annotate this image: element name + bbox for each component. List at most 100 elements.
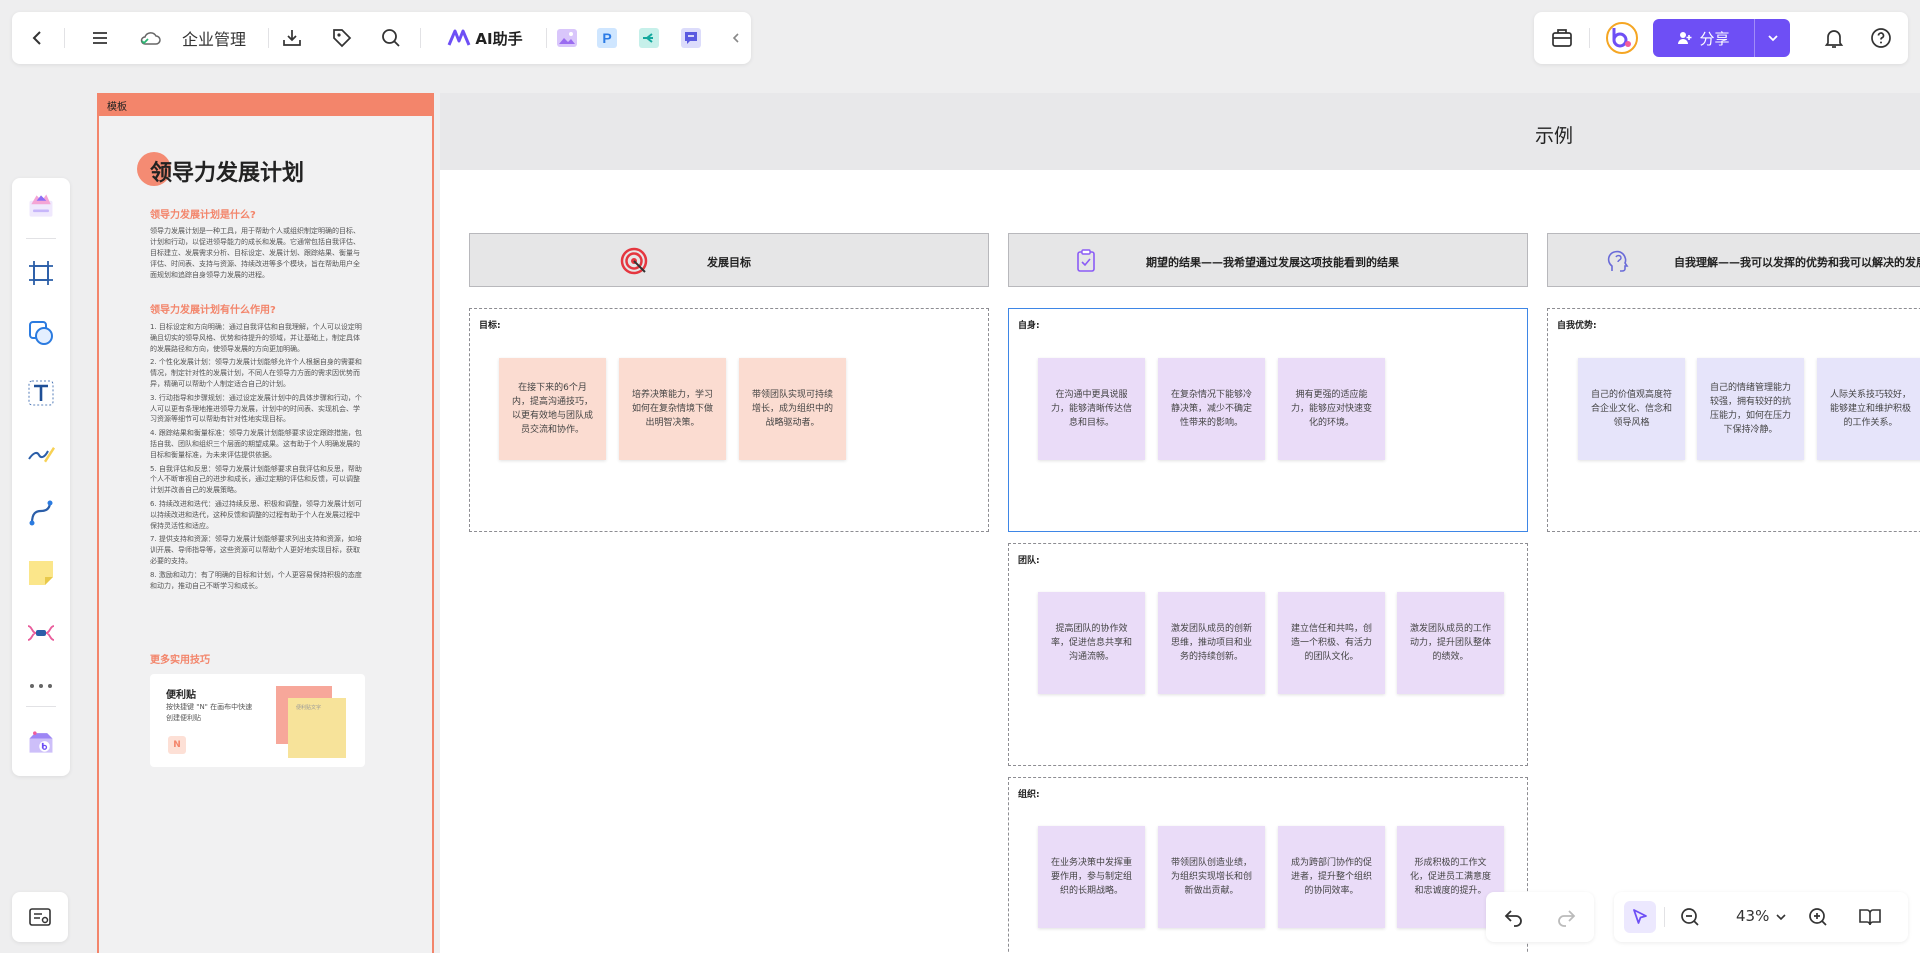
sticky-note[interactable]: 在接下来的6个月内，提高沟通技巧，以更有效地与团队成员交流和协作。 bbox=[499, 358, 606, 460]
search-icon bbox=[382, 29, 400, 47]
toolbar-divider bbox=[546, 28, 547, 48]
menu-button[interactable] bbox=[88, 26, 112, 50]
user-avatar[interactable] bbox=[1606, 22, 1638, 54]
zoom-level[interactable]: 43% bbox=[1736, 907, 1769, 925]
zoom-in-button[interactable] bbox=[1806, 905, 1830, 929]
mindmap-tool[interactable] bbox=[636, 26, 662, 50]
clipboard-check-icon bbox=[1077, 249, 1095, 272]
column-header-self-understanding[interactable]: 自我理解——我可以发挥的优势和我可以解决的发展 bbox=[1547, 233, 1920, 287]
tag-button[interactable] bbox=[330, 26, 354, 50]
shape-tool[interactable] bbox=[26, 318, 56, 348]
sticky-note[interactable]: 带领团队实现可持续增长，成为组织中的战略驱动者。 bbox=[739, 358, 846, 460]
sticky-note[interactable]: 自己的价值观高度符合企业文化、信念和领导风格 bbox=[1578, 358, 1685, 460]
svg-text:P: P bbox=[602, 30, 611, 46]
chat-tool[interactable] bbox=[678, 26, 704, 50]
ppt-tool[interactable]: P bbox=[594, 26, 620, 50]
chevron-left-icon bbox=[732, 33, 739, 43]
sticky-note[interactable]: 自己的情绪管理能力较强，拥有较好的抗压能力，如何在压力下保持冷静。 bbox=[1697, 358, 1804, 460]
left-tool-palette bbox=[12, 178, 70, 776]
redo-icon bbox=[1558, 910, 1576, 927]
sticky-note[interactable]: 在业务决策中发挥重要作用，参与制定组织的长期战略。 bbox=[1038, 826, 1145, 928]
list-item: 2. 个性化发展计划：领导力发展计划能够允许个人根据自身的需要和情况，制定针对性… bbox=[150, 358, 362, 388]
template-question-1: 领导力发展计划是什么? bbox=[150, 210, 256, 221]
sticky-note[interactable]: 提高团队的协作效率，促进信息共享和沟通流畅。 bbox=[1038, 592, 1145, 694]
pen-tool[interactable] bbox=[26, 438, 56, 468]
chevron-down-icon bbox=[1776, 914, 1786, 921]
ai-assistant-button[interactable]: AI助手 bbox=[436, 26, 534, 50]
frame-icon bbox=[29, 261, 53, 285]
tip-description: 按快捷键 "N" 在画布中快速创建便利贴 bbox=[166, 703, 253, 722]
hamburger-menu-icon bbox=[93, 32, 107, 44]
sticky-note-tip-card[interactable]: 便利贴 按快捷键 "N" 在画布中快速创建便利贴 N 便利贴文字 bbox=[150, 674, 365, 767]
sticky-note[interactable]: 在复杂情况下能够冷静决策，减少不确定性带来的影响。 bbox=[1158, 358, 1265, 460]
text-icon bbox=[28, 380, 54, 406]
toolbar-divider bbox=[1589, 28, 1590, 48]
sticky-note[interactable]: 成为跨部门协作的促进者，提升整个组织的协同效率。 bbox=[1278, 826, 1385, 928]
column-header-outcomes[interactable]: 期望的结果——我希望通过发展这项技能看到的结果 bbox=[1008, 233, 1528, 287]
mind-map-tool[interactable] bbox=[26, 618, 56, 648]
column-header-goals[interactable]: 发展目标 bbox=[469, 233, 989, 287]
plugin-box-icon bbox=[29, 731, 53, 753]
ai-image-tool[interactable] bbox=[554, 26, 580, 50]
undo-button[interactable] bbox=[1502, 905, 1526, 929]
zoom-in-icon bbox=[1809, 908, 1827, 926]
redo-button[interactable] bbox=[1554, 905, 1578, 929]
list-item: 7. 提供支持和资源：领导力发展计划能够要求列出支持和资源，如培训开展、导师指导… bbox=[150, 535, 362, 565]
list-item: 4. 跟踪结果和衡量标准：领导力发展计划能够要求设定跟踪措施，包括自我、团队和组… bbox=[150, 429, 362, 459]
toolbar-divider bbox=[64, 28, 65, 48]
whiteboard-canvas[interactable]: 模板 领导力发展计划 领导力发展计划是什么? 领导力发展计划是一种工具，用于帮助… bbox=[0, 0, 1920, 953]
sticky-note[interactable]: 建立信任和共鸣，创造一个积极、有活力的团队文化。 bbox=[1278, 592, 1385, 694]
share-button[interactable]: 分享 bbox=[1653, 19, 1754, 57]
search-button[interactable] bbox=[379, 26, 403, 50]
palette-divider bbox=[26, 706, 56, 707]
sticky-note[interactable]: 激发团队成员的工作动力，提升团队整体的绩效。 bbox=[1397, 592, 1504, 694]
mindmap-icon bbox=[27, 625, 55, 641]
text-tool[interactable] bbox=[26, 378, 56, 408]
more-tools-button[interactable] bbox=[26, 676, 56, 696]
sticky-note[interactable]: 激发团队成员的创新思维，推动项目和业务的持续创新。 bbox=[1158, 592, 1265, 694]
notifications-button[interactable] bbox=[1822, 26, 1846, 50]
pen-icon bbox=[28, 447, 55, 463]
document-title[interactable]: 企业管理 bbox=[176, 26, 252, 50]
template-tab-label[interactable]: 模板 bbox=[97, 93, 434, 116]
connector-tool[interactable] bbox=[26, 498, 56, 528]
book-icon bbox=[1859, 909, 1881, 926]
sticky-note[interactable]: 在沟通中更具说服力，能够清晰传达信息和目标。 bbox=[1038, 358, 1145, 460]
collapse-toolbar-button[interactable] bbox=[728, 26, 744, 50]
chat-bubble-icon bbox=[681, 28, 701, 48]
palette-divider bbox=[26, 238, 56, 239]
column-title: 自我理解——我可以发挥的优势和我可以解决的发展 bbox=[1674, 256, 1920, 269]
sticky-note-tool[interactable] bbox=[26, 558, 56, 588]
plugin-tool[interactable] bbox=[26, 724, 56, 760]
shortcut-key-badge: N bbox=[168, 736, 186, 754]
help-icon bbox=[1871, 28, 1891, 48]
back-button[interactable] bbox=[26, 26, 50, 50]
cloud-sync-status[interactable] bbox=[138, 26, 162, 50]
frame-tool[interactable] bbox=[26, 258, 56, 288]
presentation-icon: P bbox=[597, 28, 617, 48]
reading-mode-button[interactable] bbox=[1858, 905, 1882, 929]
template-title: 领导力发展计划 bbox=[150, 161, 305, 186]
download-button[interactable] bbox=[280, 26, 304, 50]
share-options-dropdown[interactable] bbox=[1754, 19, 1790, 57]
sticky-illustration-front: 便利贴文字 bbox=[288, 698, 346, 758]
select-tool-button[interactable] bbox=[1624, 901, 1656, 933]
undo-icon bbox=[1504, 910, 1522, 927]
toolbox-button[interactable] bbox=[1550, 26, 1574, 50]
sticky-note[interactable]: 培养决策能力，学习如何在复杂情境下做出明智决策。 bbox=[619, 358, 726, 460]
sticky-note[interactable]: 拥有更强的适应能力，能够应对快速变化的环境。 bbox=[1278, 358, 1385, 460]
canvas-settings-button[interactable] bbox=[12, 892, 68, 942]
help-button[interactable] bbox=[1869, 26, 1893, 50]
toolbar-divider bbox=[268, 28, 269, 48]
board-header bbox=[440, 93, 1920, 170]
sticky-note[interactable]: 带领团队创造业绩，为组织实现增长和创新做出贡献。 bbox=[1158, 826, 1265, 928]
column-title: 期望的结果——我希望通过发展这项技能看到的结果 bbox=[1146, 256, 1399, 269]
download-icon bbox=[283, 30, 301, 46]
toolbar-divider bbox=[420, 28, 421, 48]
template-library-tool[interactable] bbox=[26, 188, 56, 224]
sticky-note-icon bbox=[29, 561, 53, 585]
sticky-note[interactable]: 人际关系技巧较好，能够建立和维护积极的工作关系。 bbox=[1817, 358, 1920, 460]
mindmap-icon bbox=[639, 28, 659, 48]
zoom-out-button[interactable] bbox=[1678, 905, 1702, 929]
zoom-dropdown[interactable] bbox=[1774, 910, 1788, 924]
